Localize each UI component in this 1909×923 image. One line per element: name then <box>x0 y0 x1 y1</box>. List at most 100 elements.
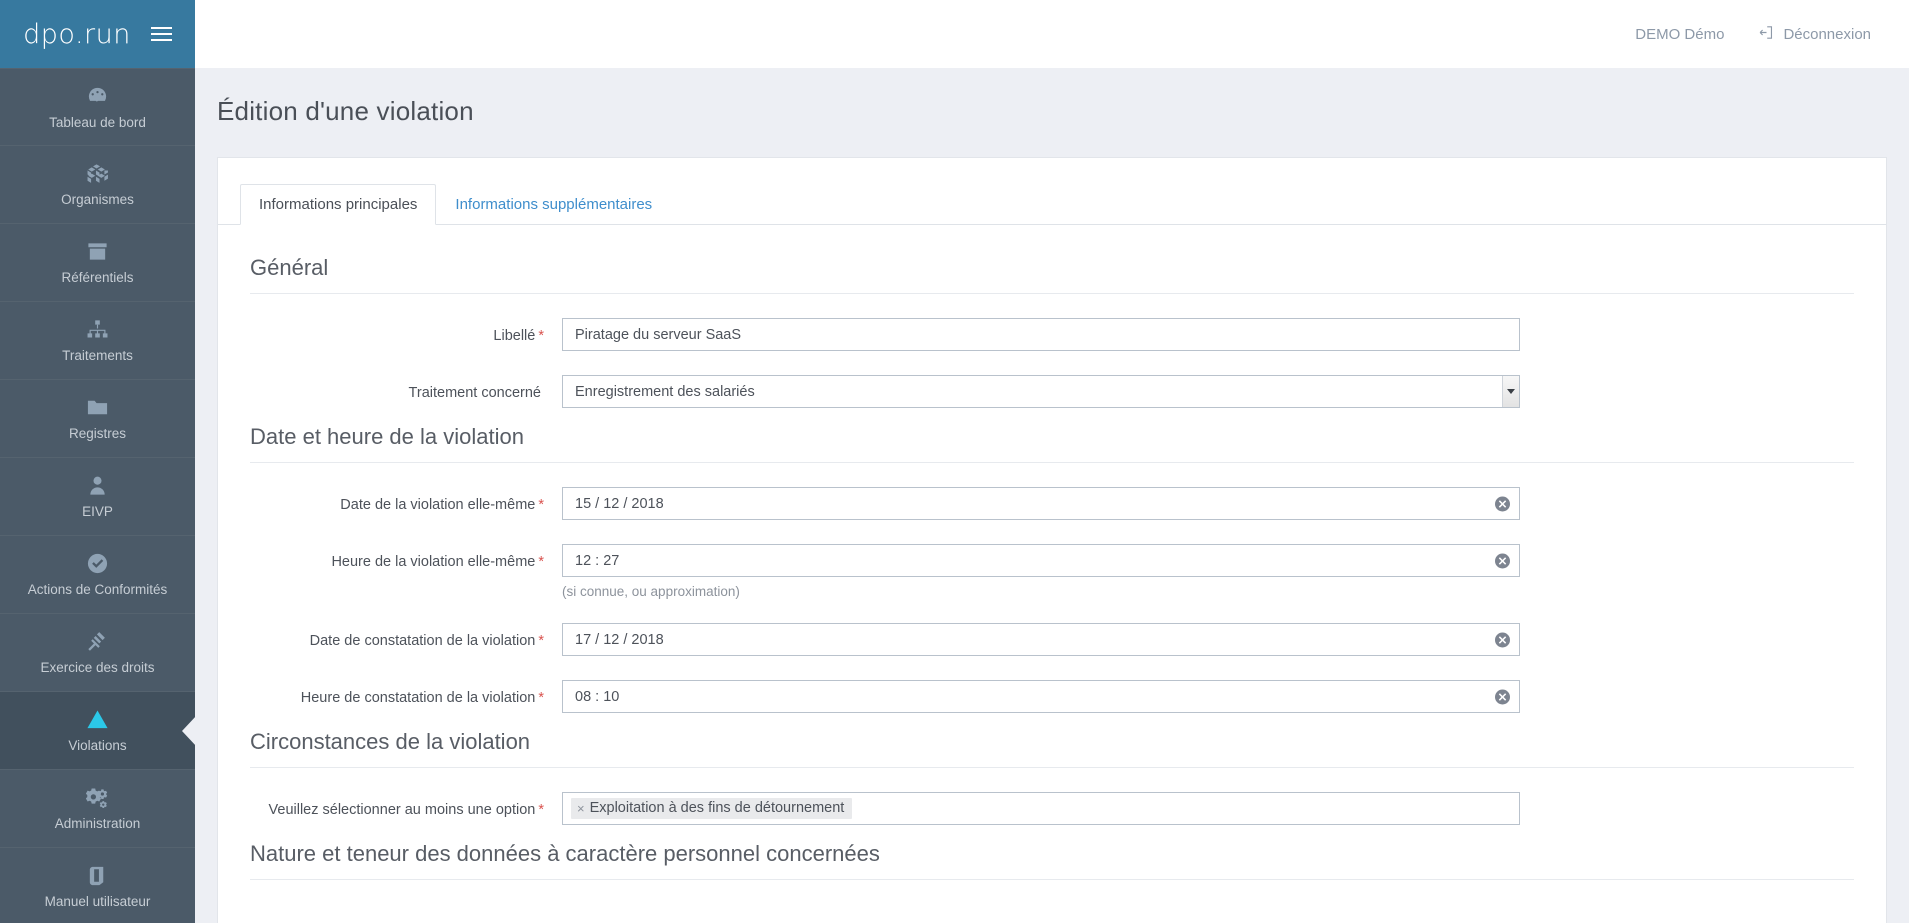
field-row-option: Veuillez sélectionner au moins une optio… <box>250 792 1854 825</box>
sidebar-item-violations[interactable]: Violations <box>0 692 195 770</box>
date-constatation-input[interactable] <box>562 623 1520 656</box>
sidebar-item-label: Organismes <box>61 192 134 207</box>
field-control-option: × Exploitation à des fins de détournemen… <box>562 792 1520 825</box>
field-control-heure-violation: (si connue, ou approximation) <box>562 544 1520 599</box>
sidebar-item-label: Violations <box>68 738 127 753</box>
check-circle-icon <box>86 552 109 575</box>
section-title-general: Général <box>250 255 1854 294</box>
heure-violation-input[interactable] <box>562 544 1520 577</box>
section-title-date-heure: Date et heure de la violation <box>250 424 1854 463</box>
sidebar-item-label: Administration <box>54 816 141 831</box>
sidebar: dpo.run Tableau de bord Organismes Référ… <box>0 0 195 923</box>
sidebar-item-referentiels[interactable]: Référentiels <box>0 224 195 302</box>
field-row-date-violation: Date de la violation elle-même * <box>250 487 1854 520</box>
sitemap-icon <box>86 318 109 341</box>
sidebar-item-label: Traitements <box>62 348 133 363</box>
logo-block[interactable]: dpo.run <box>0 0 195 68</box>
dashboard-gauge-icon <box>86 85 109 108</box>
sidebar-item-label: Manuel utilisateur <box>44 894 151 909</box>
hamburger-icon[interactable] <box>150 27 172 41</box>
sidebar-item-label: Exercice des droits <box>40 660 155 675</box>
sidebar-item-registres[interactable]: Registres <box>0 380 195 458</box>
gavel-icon <box>86 630 109 653</box>
sidebar-item-traitements[interactable]: Traitements <box>0 302 195 380</box>
sidebar-item-label: Actions de Conformités <box>27 582 168 597</box>
field-control-heure-constatation <box>562 680 1520 713</box>
logout-icon <box>1758 24 1775 45</box>
sidebar-item-organismes[interactable]: Organismes <box>0 146 195 224</box>
clear-icon[interactable] <box>1495 496 1510 511</box>
field-label-heure-violation: Heure de la violation elle-même * <box>250 544 562 571</box>
traitement-select[interactable]: Enregistrement des salariés <box>562 375 1520 408</box>
required-marker: * <box>538 554 544 570</box>
topbar: DEMO Démo Déconnexion <box>195 0 1909 68</box>
sidebar-item-label: Référentiels <box>61 270 134 285</box>
field-label-date-violation: Date de la violation elle-même * <box>250 487 562 514</box>
hamburger-bar <box>150 27 172 29</box>
option-tag-input[interactable]: × Exploitation à des fins de détournemen… <box>562 792 1520 825</box>
tag-remove-icon[interactable]: × <box>577 801 585 816</box>
clear-icon[interactable] <box>1495 689 1510 704</box>
hamburger-bar <box>150 33 172 35</box>
date-violation-input[interactable] <box>562 487 1520 520</box>
required-marker: * <box>538 690 544 706</box>
required-marker: * <box>538 802 544 818</box>
content-wrapper: Informations principales Informations su… <box>195 127 1909 923</box>
field-label-date-constatation: Date de constatation de la violation * <box>250 623 562 650</box>
warning-triangle-icon <box>86 708 109 731</box>
heure-violation-wrapper <box>562 544 1520 577</box>
field-label-heure-constatation: Heure de constatation de la violation * <box>250 680 562 707</box>
gears-icon <box>86 786 109 809</box>
brand-logo-suffix: .run <box>74 18 131 50</box>
sidebar-item-administration[interactable]: Administration <box>0 770 195 848</box>
sidebar-nav: Tableau de bord Organismes Référentiels … <box>0 68 195 923</box>
section-title-circonstances: Circonstances de la violation <box>250 729 1854 768</box>
field-label-libelle: Libellé * <box>250 318 562 345</box>
book-icon <box>86 864 109 887</box>
page-title: Édition d'une violation <box>217 96 474 126</box>
field-row-heure-violation: Heure de la violation elle-même* (si con… <box>250 544 1854 599</box>
current-user-label[interactable]: DEMO Démo <box>1635 26 1724 43</box>
archive-box-icon <box>86 240 109 263</box>
form-card: Informations principales Informations su… <box>217 157 1887 923</box>
tab-informations-supplementaires[interactable]: Informations supplémentaires <box>436 184 671 225</box>
field-row-traitement: Traitement concerné Enregistrement des s… <box>250 375 1854 408</box>
hamburger-bar <box>150 39 172 41</box>
field-control-date-violation <box>562 487 1520 520</box>
sidebar-item-label: Registres <box>68 426 127 441</box>
required-marker: * <box>538 633 544 649</box>
heure-constatation-input[interactable] <box>562 680 1520 713</box>
tab-bar: Informations principales Informations su… <box>218 184 1886 225</box>
sidebar-item-actions-de-conformites[interactable]: Actions de Conformités <box>0 536 195 614</box>
selected-tag[interactable]: × Exploitation à des fins de détournemen… <box>571 798 853 819</box>
folder-icon <box>86 396 109 419</box>
clear-icon[interactable] <box>1495 553 1510 568</box>
field-control-libelle <box>562 318 1520 351</box>
brand-logo: dpo.run <box>23 19 131 50</box>
heure-violation-hint: (si connue, ou approximation) <box>562 584 740 599</box>
user-icon <box>86 474 109 497</box>
form-body: Général Libellé* Traitement concerné <box>218 225 1886 880</box>
sidebar-item-label: Tableau de bord <box>49 114 146 130</box>
field-row-date-constatation: Date de constatation de la violation * <box>250 623 1854 656</box>
field-row-libelle: Libellé * <box>250 318 1854 351</box>
field-label-text: Traitement concerné <box>408 385 541 401</box>
sidebar-item-manuel-utilisateur[interactable]: Manuel utilisateur <box>0 848 195 923</box>
brand-logo-main: dpo <box>23 18 75 50</box>
required-marker: * <box>538 328 544 344</box>
logout-label: Déconnexion <box>1783 25 1871 43</box>
sidebar-item-tableau-de-bord[interactable]: Tableau de bord <box>0 68 195 146</box>
sidebar-item-eivp[interactable]: EIVP <box>0 458 195 536</box>
sidebar-item-exercice-des-droits[interactable]: Exercice des droits <box>0 614 195 692</box>
field-row-heure-constatation: Heure de constatation de la violation * <box>250 680 1854 713</box>
tab-informations-principales[interactable]: Informations principales <box>240 184 437 225</box>
sidebar-item-label: EIVP <box>82 504 113 519</box>
field-label-text: Heure de constatation de la violation <box>300 690 536 706</box>
boxes-icon <box>86 162 109 185</box>
field-control-traitement: Enregistrement des salariés <box>562 375 1520 408</box>
field-label-text: Libellé <box>493 328 536 344</box>
field-label-text: Date de la violation elle-même <box>340 497 536 513</box>
clear-icon[interactable] <box>1495 632 1510 647</box>
logout-button[interactable]: Déconnexion <box>1758 24 1871 45</box>
libelle-input[interactable] <box>562 318 1520 351</box>
